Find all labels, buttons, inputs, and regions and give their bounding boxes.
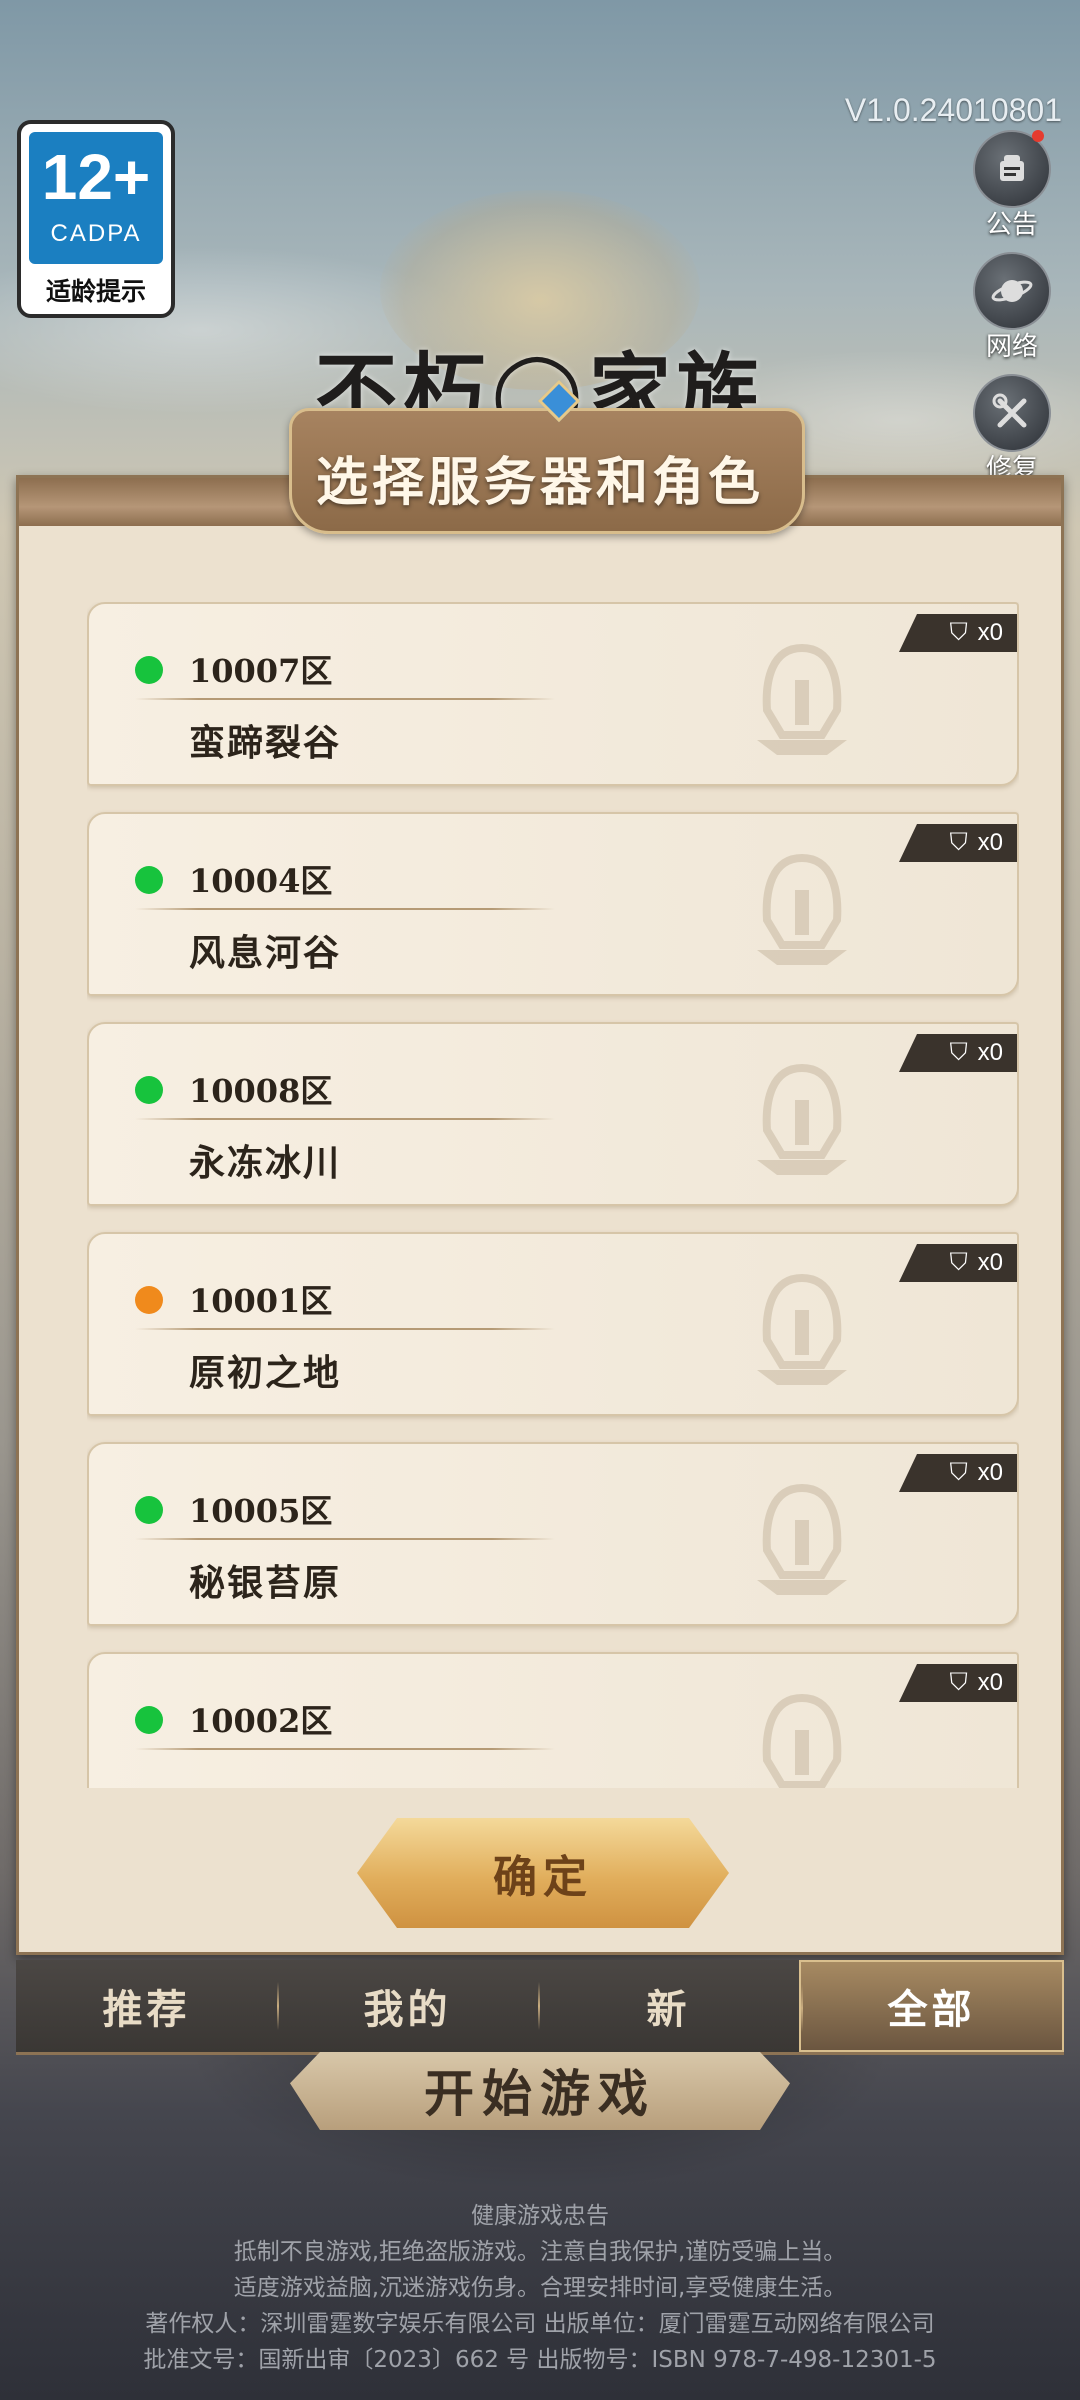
character-count: x0 xyxy=(977,1459,1003,1486)
health-notice-line: 抵制不良游戏,拒绝盗版游戏。注意自我保护,谨防受骗上当。 xyxy=(233,2239,847,2265)
divider xyxy=(135,1118,555,1120)
divider xyxy=(135,1328,555,1330)
age-rating-badge: 12+ CADPA 适龄提示 xyxy=(17,120,175,318)
age-rating-org: CADPA xyxy=(50,220,142,247)
tab-all[interactable]: 全部 xyxy=(799,1960,1064,2052)
confirm-button[interactable]: 确定 xyxy=(357,1818,729,1928)
start-game-label: 开始游戏 xyxy=(424,2064,656,2123)
server-list[interactable]: 10007区 蛮蹄裂谷 ⛉ x0 10004区 风息河谷 ⛉ x0 10008区 永… xyxy=(87,602,1019,1788)
notification-badge xyxy=(1032,130,1044,142)
start-game-button[interactable]: 开始游戏 xyxy=(290,2052,790,2130)
helmet-watermark-icon xyxy=(747,1060,857,1184)
server-filter-tabs: 推荐 我的 新 全部 xyxy=(16,1960,1064,2055)
version-text: V1.0.24010801 xyxy=(844,92,1062,128)
server-name: 永冻冰川 xyxy=(189,1142,342,1184)
helmet-watermark-icon xyxy=(747,1270,857,1394)
health-notice-title: 健康游戏忠告 xyxy=(471,2203,609,2229)
helmet-watermark-icon xyxy=(747,640,857,764)
health-notice-line: 适度游戏益脑,沉迷游戏伤身。合理安排时间,享受健康生活。 xyxy=(233,2275,847,2301)
server-name: 原初之地 xyxy=(189,1352,342,1394)
character-count: x0 xyxy=(977,1249,1003,1276)
age-rating-top: 12+ CADPA xyxy=(29,132,163,264)
divider xyxy=(135,1538,555,1540)
server-card[interactable]: 10005区 秘银苔原 ⛉ x0 xyxy=(87,1442,1019,1626)
divider xyxy=(135,1748,555,1750)
helmet-icon: ⛉ xyxy=(949,1249,968,1276)
status-online-icon xyxy=(135,1706,163,1734)
server-name: 风息河谷 xyxy=(189,932,342,974)
character-count: x0 xyxy=(977,619,1003,646)
server-id: 10005区 xyxy=(189,1492,333,1530)
helmet-icon: ⛉ xyxy=(949,829,968,856)
server-id: 10008区 xyxy=(189,1072,333,1110)
character-count-tag: ⛉ x0 xyxy=(899,1034,1017,1072)
character-count: x0 xyxy=(977,1669,1003,1696)
divider xyxy=(135,908,555,910)
announcement-label: 公告 xyxy=(985,210,1038,240)
approval-line: 批准文号：国新出审〔2023〕662 号 出版物号：ISBN 978-7-498… xyxy=(143,2347,937,2373)
tab-recommended[interactable]: 推荐 xyxy=(16,1960,277,2052)
character-count-tag: ⛉ x0 xyxy=(899,1244,1017,1282)
server-id: 10001区 xyxy=(189,1282,333,1320)
status-busy-icon xyxy=(135,1286,163,1314)
status-online-icon xyxy=(135,1496,163,1524)
status-online-icon xyxy=(135,866,163,894)
server-select-panel: 选择服务器和角色 10007区 蛮蹄裂谷 ⛉ x0 10004区 风息河谷 ⛉ x0… xyxy=(16,379,1064,1955)
helmet-icon: ⛉ xyxy=(949,619,968,646)
server-name: 蛮蹄裂谷 xyxy=(189,722,342,764)
server-card[interactable]: 10007区 蛮蹄裂谷 ⛉ x0 xyxy=(87,602,1019,786)
confirm-label: 确定 xyxy=(493,1852,593,1903)
server-card[interactable]: 10002区 ⛉ x0 xyxy=(87,1652,1019,1788)
server-id: 10004区 xyxy=(189,862,333,900)
character-count: x0 xyxy=(977,1039,1003,1066)
helmet-icon: ⛉ xyxy=(949,1459,968,1486)
health-notice: 健康游戏忠告 抵制不良游戏,拒绝盗版游戏。注意自我保护,谨防受骗上当。 适度游戏… xyxy=(0,2198,1080,2378)
network-planet-icon xyxy=(973,252,1051,330)
helmet-watermark-icon xyxy=(747,1690,857,1788)
character-count-tag: ⛉ x0 xyxy=(899,614,1017,652)
helmet-watermark-icon xyxy=(747,1480,857,1604)
server-card[interactable]: 10008区 永冻冰川 ⛉ x0 xyxy=(87,1022,1019,1206)
server-id: 10002区 xyxy=(189,1702,333,1740)
age-rating-number: 12+ xyxy=(41,141,151,213)
announcement-button[interactable]: 公告 xyxy=(972,130,1052,241)
server-name: 秘银苔原 xyxy=(189,1562,342,1604)
divider xyxy=(135,698,555,700)
server-card[interactable]: 10001区 原初之地 ⛉ x0 xyxy=(87,1232,1019,1416)
server-card[interactable]: 10004区 风息河谷 ⛉ x0 xyxy=(87,812,1019,996)
helmet-icon: ⛉ xyxy=(949,1669,968,1696)
status-online-icon xyxy=(135,656,163,684)
character-count-tag: ⛉ x0 xyxy=(899,1664,1017,1702)
status-online-icon xyxy=(135,1076,163,1104)
helmet-watermark-icon xyxy=(747,850,857,974)
age-rating-label: 适龄提示 xyxy=(45,277,146,306)
tab-new[interactable]: 新 xyxy=(538,1960,799,2052)
panel-title: 选择服务器和角色 xyxy=(315,452,764,513)
tab-mine[interactable]: 我的 xyxy=(277,1960,538,2052)
character-count: x0 xyxy=(977,829,1003,856)
copyright-line: 著作权人：深圳雷霆数字娱乐有限公司 出版单位：厦门雷霆互动网络有限公司 xyxy=(145,2311,935,2337)
character-count-tag: ⛉ x0 xyxy=(899,1454,1017,1492)
helmet-icon: ⛉ xyxy=(949,1039,968,1066)
character-count-tag: ⛉ x0 xyxy=(899,824,1017,862)
server-id: 10007区 xyxy=(189,652,333,690)
